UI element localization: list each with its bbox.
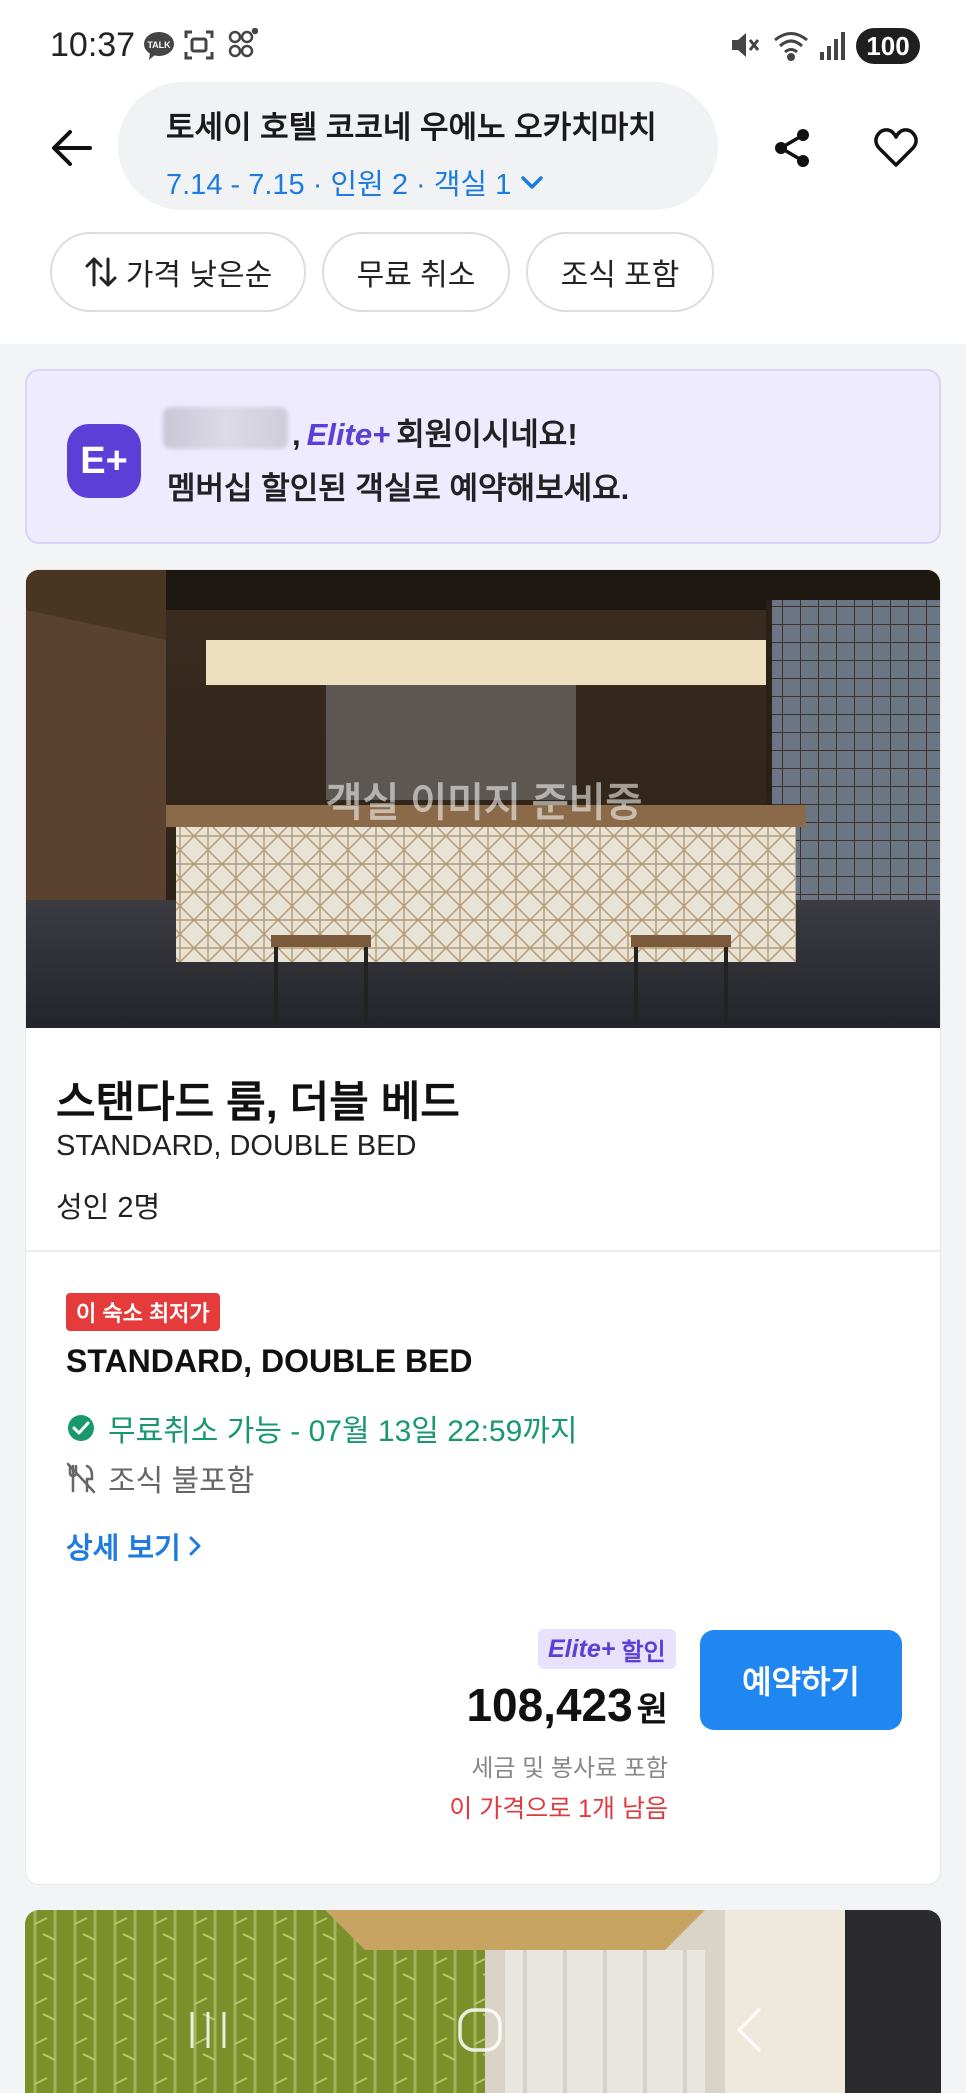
free-cancel-text: 무료취소 가능 - 07월 13일 22:59까지 [108, 1415, 578, 1448]
tax-note: 세금 및 봉사료 포함 [471, 1755, 668, 1782]
discount-elite-word: Elite+ [548, 1634, 616, 1663]
breakfast-info: 조식 불포함 [66, 1456, 254, 1500]
status-time: 10:37 [50, 26, 136, 64]
room-title: 스탠다드 룸, 더블 베드 [56, 1079, 460, 1127]
breakfast-text: 조식 불포함 [108, 1465, 255, 1498]
search-summary-pill[interactable]: 토세이 호텔 코코네 우에노 오카치마치 7.14 - 7.15 · 인원 2 … [118, 82, 718, 210]
screenshot-icon [182, 28, 216, 62]
chevron-right-icon [189, 1536, 201, 1556]
price-currency: 원 [636, 1691, 668, 1729]
image-placeholder-label: 객실 이미지 준비중 [325, 781, 643, 825]
room-card: 객실 이미지 준비중 스탠다드 룸, 더블 베드 STANDARD, DOUBL… [25, 569, 941, 1885]
free-cancel-info: 무료취소 가능 - 07월 13일 22:59까지 [66, 1406, 577, 1450]
hotel-name: 토세이 호텔 코코네 우에노 오카치마치 [166, 110, 657, 145]
elite-greeting-suffix: 회원이시네요! [396, 417, 578, 452]
view-details-label: 상세 보기 [66, 1533, 181, 1565]
home-button[interactable] [445, 2000, 515, 2060]
talk-icon: TALK [142, 28, 176, 62]
elite-message: 멤버십 할인된 객실로 예약해보세요. [167, 471, 630, 506]
breakfast-chip[interactable]: 조식 포함 [526, 232, 714, 312]
divider [26, 1250, 940, 1252]
book-button[interactable]: 예약하기 [700, 1630, 902, 1730]
free-cancel-chip[interactable]: 무료 취소 [322, 232, 510, 312]
signal-icon [818, 28, 852, 62]
home-icon [458, 2008, 502, 2052]
chevron-down-icon [521, 176, 544, 189]
check-circle-icon [68, 1415, 94, 1441]
back-nav-icon [736, 2008, 761, 2052]
elite-discount-badge: Elite+ 할인 [538, 1629, 676, 1669]
rate-name: STANDARD, DOUBLE BED [66, 1343, 473, 1379]
trip-summary-text: 7.14 - 7.15 · 인원 2 · 객실 1 [166, 169, 512, 201]
elite-word: Elite+ [306, 417, 391, 452]
no-breakfast-icon [66, 1462, 96, 1494]
app-icon [224, 27, 259, 62]
heart-icon [874, 128, 918, 167]
sort-icon [85, 257, 117, 287]
wishlist-button[interactable] [864, 116, 928, 180]
recent-apps-icon [190, 2012, 226, 2048]
discount-label: 할인 [621, 1638, 666, 1666]
svg-text:TALK: TALK [147, 40, 171, 50]
battery-indicator: 100 [856, 28, 920, 64]
sort-price-low-chip[interactable]: 가격 낮은순 [50, 232, 306, 312]
share-icon [775, 129, 809, 167]
sort-price-low-label: 가격 낮은순 [125, 259, 273, 292]
trip-summary[interactable]: 7.14 - 7.15 · 인원 2 · 객실 1 [166, 161, 718, 203]
lowest-price-badge: 이 숙소 최저가 [66, 1293, 220, 1331]
mute-icon [728, 28, 762, 62]
back-nav-button[interactable] [714, 2000, 784, 2060]
room-subtitle: STANDARD, DOUBLE BED [56, 1130, 417, 1162]
elite-plus-logo: E+ [67, 424, 141, 498]
elite-member-banner[interactable]: E+ , Elite+ 회원이시네요! 멤버십 할인된 객실로 예약해보세요. [25, 369, 941, 544]
breakfast-label: 조식 포함 [560, 259, 680, 292]
room-image[interactable]: 객실 이미지 준비중 [26, 570, 940, 1028]
room-capacity: 성인 2명 [56, 1192, 161, 1224]
rooms-remaining: 이 가격으로 1개 남음 [449, 1795, 668, 1823]
elite-comma: , [292, 417, 301, 452]
room-price: 108,423 원 [466, 1678, 668, 1732]
price-amount: 108,423 [466, 1679, 633, 1731]
back-button[interactable] [40, 116, 104, 180]
recent-apps-button[interactable] [173, 2000, 243, 2060]
wifi-icon [772, 28, 808, 62]
arrow-left-icon [52, 130, 92, 166]
view-details-link[interactable]: 상세 보기 [66, 1525, 203, 1567]
blurred-user-name [163, 407, 288, 449]
elite-greeting: , Elite+ 회원이시네요! [292, 409, 578, 454]
share-button[interactable] [760, 116, 824, 180]
free-cancel-label: 무료 취소 [356, 259, 476, 292]
